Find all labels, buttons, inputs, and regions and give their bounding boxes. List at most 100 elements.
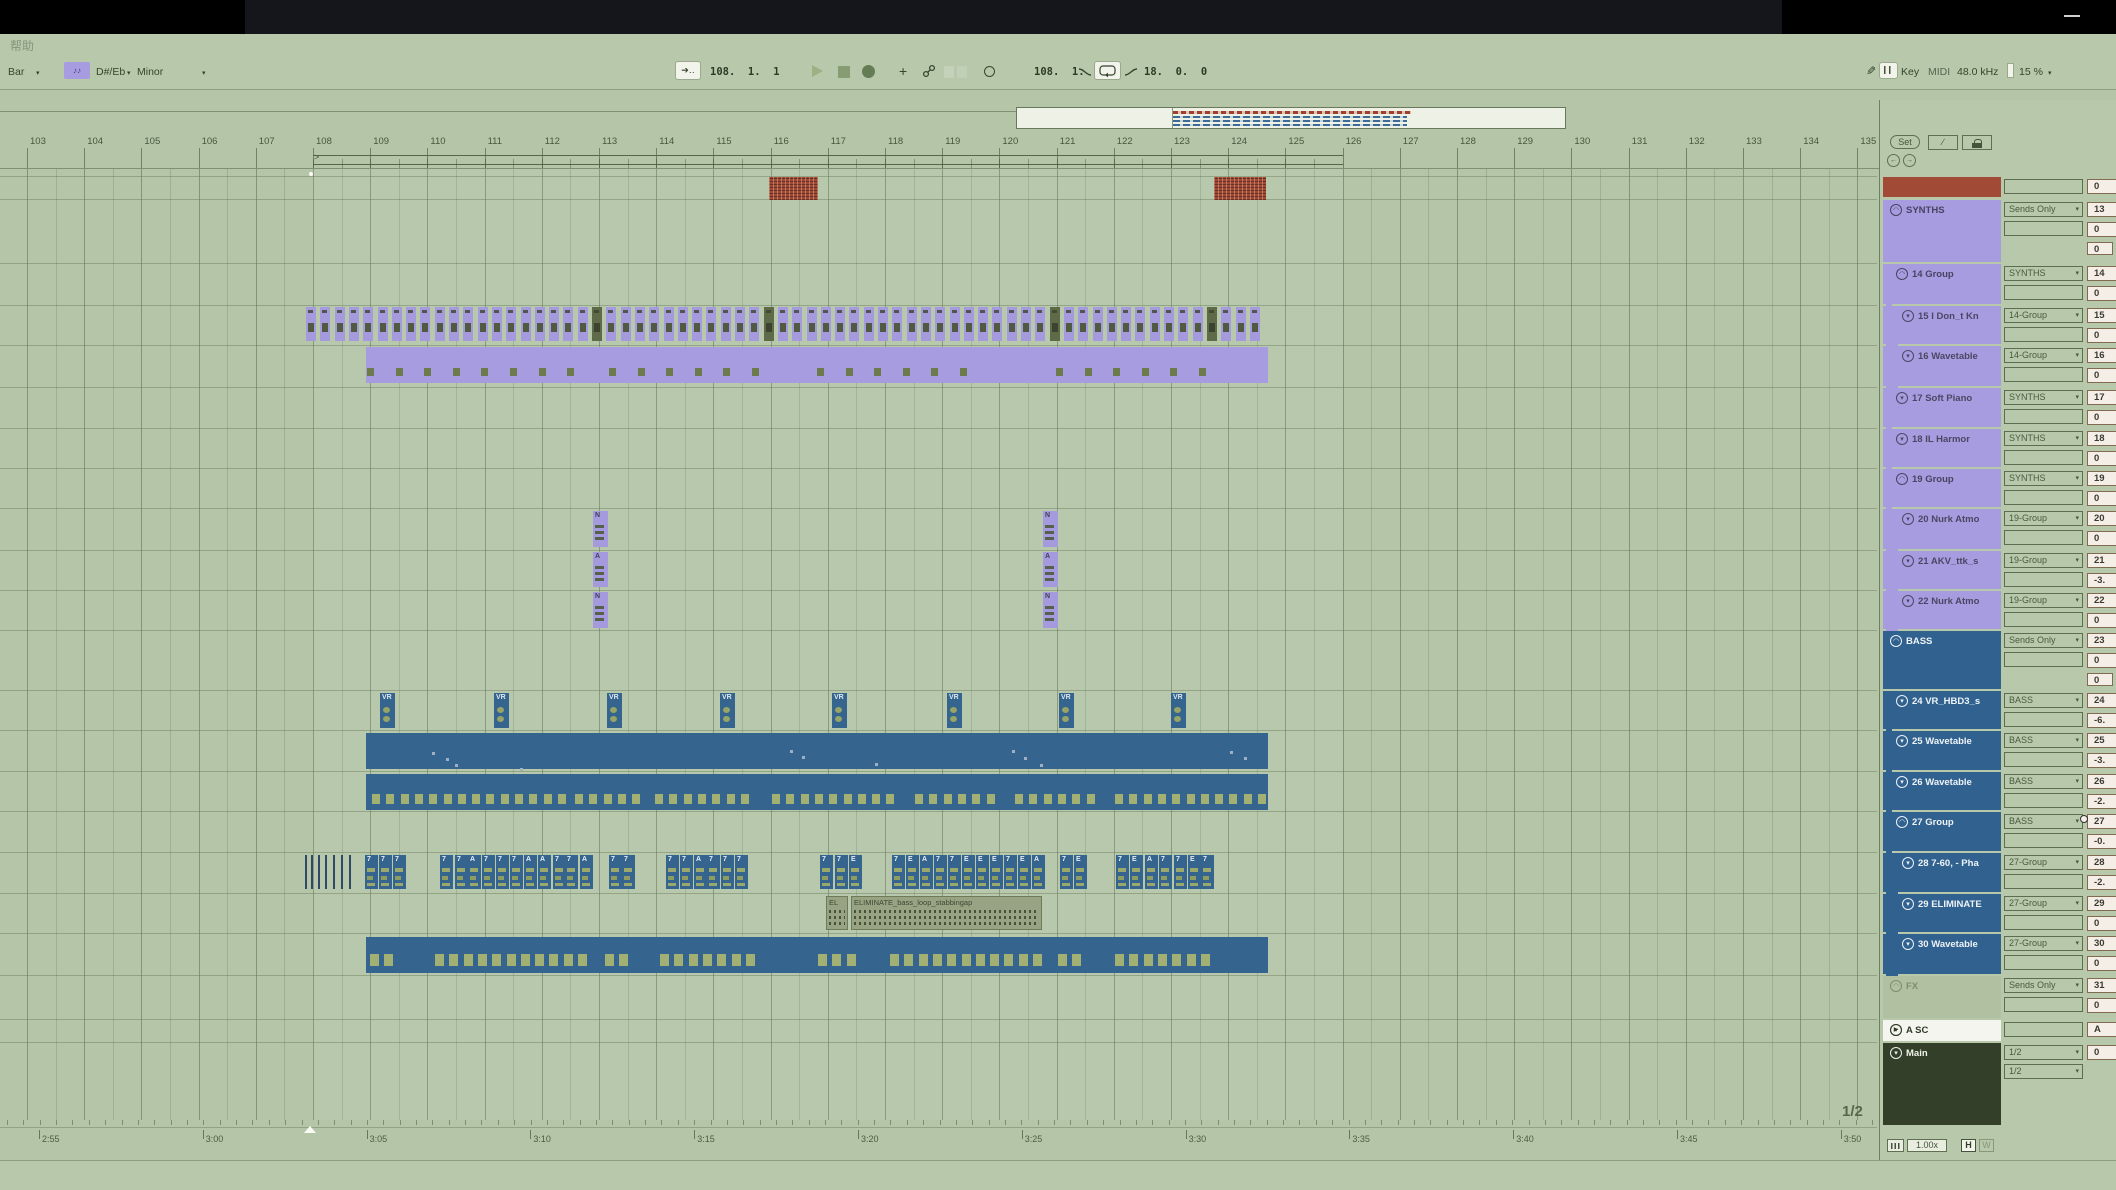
- clip-bass-stab[interactable]: 7: [440, 855, 453, 889]
- fold-arrow-icon[interactable]: ◠: [1896, 473, 1908, 485]
- track-header[interactable]: ▾25 Wavetable: [1892, 731, 2001, 770]
- clip-sliver[interactable]: [311, 855, 313, 889]
- secondary-routing-box[interactable]: [2004, 409, 2083, 424]
- clip-vr-hit[interactable]: VR: [380, 693, 395, 728]
- clip-midi-slice[interactable]: [606, 307, 616, 341]
- clip-bass-stab[interactable]: 7: [1116, 855, 1129, 889]
- secondary-routing-box[interactable]: [2004, 752, 2083, 767]
- track-number-box[interactable]: 16: [2087, 348, 2116, 363]
- clip-pad-loop[interactable]: [366, 347, 1268, 383]
- clip-midi-slice[interactable]: [435, 307, 445, 341]
- output-routing-selector[interactable]: 27-Group▾: [2004, 936, 2083, 951]
- track-volume-box[interactable]: 0: [2087, 613, 2116, 628]
- track-header[interactable]: ▾28 7-60, - Pha: [1898, 853, 2001, 892]
- next-page-button[interactable]: →: [1903, 154, 1916, 167]
- track-header[interactable]: ▾22 Nurk Atmo: [1898, 591, 2001, 629]
- clip-midi-slice[interactable]: [563, 307, 573, 341]
- output-routing-selector[interactable]: BASS▾: [2004, 733, 2083, 748]
- track-volume-box[interactable]: 0: [2087, 242, 2113, 255]
- scale-mode-selector[interactable]: Minor: [137, 66, 163, 78]
- clip-sliver[interactable]: [349, 855, 351, 889]
- clip-midi-slice[interactable]: [1121, 307, 1131, 341]
- output-routing-selector[interactable]: BASS▾: [2004, 693, 2083, 708]
- loop-start-field[interactable]: 108. 1. 1: [1034, 66, 1104, 78]
- fold-arrow-icon[interactable]: ◠: [1890, 204, 1902, 216]
- clip-midi-slice[interactable]: [1193, 307, 1203, 341]
- clip-bass-stab[interactable]: 7: [721, 855, 734, 889]
- clip-midi-slice[interactable]: [907, 307, 917, 341]
- track-number-box[interactable]: 15: [2087, 308, 2116, 323]
- clip-midi-slice[interactable]: [535, 307, 545, 341]
- clip-bass-stab[interactable]: A: [468, 855, 481, 889]
- clip-sliver[interactable]: [318, 855, 320, 889]
- track-header[interactable]: ▾20 Nurk Atmo: [1898, 509, 2001, 549]
- secondary-routing-box[interactable]: [2004, 833, 2083, 848]
- secondary-routing-box[interactable]: [2004, 652, 2083, 667]
- track-number-box[interactable]: 17: [2087, 390, 2116, 405]
- track-number-box[interactable]: 24: [2087, 693, 2116, 708]
- clip-atmo[interactable]: A: [593, 552, 608, 587]
- output-routing-selector[interactable]: Sends Only▾: [2004, 202, 2083, 217]
- secondary-routing-box[interactable]: [2004, 915, 2083, 930]
- clip-midi-slice[interactable]: [420, 307, 430, 341]
- fold-arrow-icon[interactable]: ◠: [1890, 980, 1902, 992]
- track-header[interactable]: ▾17 Soft Piano: [1892, 388, 2001, 427]
- clip-bass-stab[interactable]: 7: [735, 855, 748, 889]
- output-routing-selector[interactable]: 27-Group▾: [2004, 855, 2083, 870]
- loop-start-marker-icon[interactable]: >: [314, 152, 319, 162]
- track-volume-box[interactable]: 0: [2087, 491, 2116, 506]
- cue-routing-selector[interactable]: 1/2▾: [2004, 1064, 2083, 1079]
- clip-midi-slice[interactable]: [1035, 307, 1045, 341]
- secondary-routing-box[interactable]: [2004, 874, 2083, 889]
- clip-bass-stab[interactable]: 7: [934, 855, 947, 889]
- clip-bass-stab[interactable]: 7: [609, 855, 622, 889]
- track-volume-box[interactable]: 0: [2087, 451, 2116, 466]
- clip-bass-stab[interactable]: A: [1032, 855, 1045, 889]
- clip-midi-slice[interactable]: [1236, 307, 1246, 341]
- fold-arrow-icon[interactable]: ▾: [1902, 555, 1914, 567]
- track-number-box[interactable]: 13: [2087, 202, 2116, 217]
- clip-bass-stab[interactable]: 7: [1060, 855, 1073, 889]
- clip-atmo[interactable]: N: [593, 511, 608, 547]
- secondary-routing-box[interactable]: [2004, 285, 2083, 300]
- track-volume-box[interactable]: 0: [2087, 956, 2116, 971]
- secondary-routing-box[interactable]: [2004, 367, 2083, 382]
- clip-bass-stab[interactable]: 7: [680, 855, 693, 889]
- track-number-box[interactable]: 21: [2087, 553, 2116, 568]
- fold-arrow-icon[interactable]: ▾: [1902, 857, 1914, 869]
- clip-midi-slice[interactable]: [678, 307, 688, 341]
- clip-bass-stab[interactable]: 7: [835, 855, 848, 889]
- preview-play-icon[interactable]: ▶: [1890, 1024, 1902, 1036]
- clip-midi-slice[interactable]: [635, 307, 645, 341]
- clip-midi-slice[interactable]: [649, 307, 659, 341]
- quantize-selector[interactable]: Bar: [8, 66, 24, 78]
- secondary-routing-box[interactable]: [2004, 450, 2083, 465]
- clip-bass-stab[interactable]: A: [524, 855, 537, 889]
- key-map-button[interactable]: Key: [1901, 66, 1919, 78]
- clip-midi-slice[interactable]: [335, 307, 345, 341]
- clip-atmo[interactable]: N: [593, 592, 608, 628]
- clip-wavetable-bass[interactable]: [366, 774, 1268, 810]
- track-volume-box[interactable]: -2.: [2087, 875, 2116, 890]
- secondary-routing-box[interactable]: [2004, 793, 2083, 808]
- clip-vr-hit[interactable]: VR: [494, 693, 509, 728]
- clip-midi-slice[interactable]: [764, 307, 774, 341]
- track-number-box[interactable]: 26: [2087, 774, 2116, 789]
- clip-midi-slice[interactable]: [1150, 307, 1160, 341]
- track-header[interactable]: ▾16 Wavetable: [1898, 346, 2001, 386]
- output-routing-selector[interactable]: 19-Group▾: [2004, 511, 2083, 526]
- lock-envelopes-button[interactable]: [1962, 135, 1992, 150]
- track-header[interactable]: ▾26 Wavetable: [1892, 772, 2001, 810]
- clip-midi-slice[interactable]: [1135, 307, 1145, 341]
- clip-bass-stab[interactable]: 7: [892, 855, 905, 889]
- clip-red-stabs[interactable]: [1214, 177, 1266, 200]
- clip-midi-slice[interactable]: [721, 307, 731, 341]
- loop-button[interactable]: [1095, 62, 1120, 79]
- track-header[interactable]: ◠19 Group: [1892, 469, 2001, 507]
- clip-bass-stab[interactable]: 7: [1159, 855, 1172, 889]
- clip-midi-slice[interactable]: [706, 307, 716, 341]
- clip-midi-slice[interactable]: [1207, 307, 1217, 341]
- clip-midi-slice[interactable]: [1007, 307, 1017, 341]
- track-header[interactable]: ◠FX: [1886, 976, 2001, 1018]
- track-volume-box[interactable]: 0: [2087, 222, 2116, 237]
